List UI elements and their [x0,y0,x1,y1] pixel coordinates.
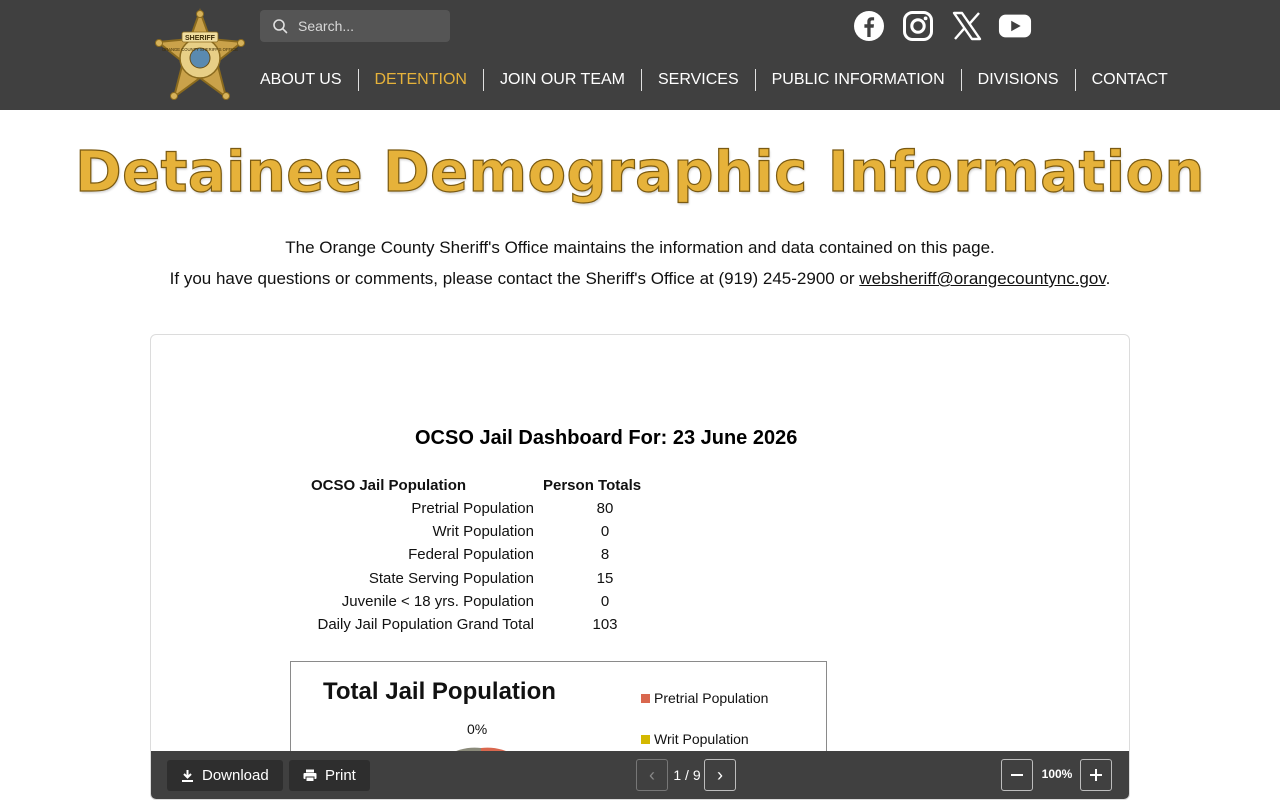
legend-item-pretrial: Pretrial Population [641,690,768,706]
chevron-left-icon: ‹ [649,764,655,785]
badge-ring-text: ORANGE COUNTY SHERIFF'S OFFICE [162,47,238,52]
row-value-federal: 8 [600,546,610,563]
zoom-in-button[interactable] [1080,759,1112,791]
search-input[interactable] [298,18,438,34]
nav-about-us[interactable]: ABOUT US [244,69,358,91]
intro-line-1: The Orange County Sheriff's Office maint… [285,238,995,257]
page-title: Detainee Demographic Information [75,139,1205,205]
row-label-state-serving: State Serving Population [368,570,534,587]
site-header: SHERIFF ORANGE COUNTY SHERIFF'S OFFICE S… [0,0,1280,110]
zoom-out-button[interactable] [1001,759,1033,791]
facebook-icon[interactable] [852,9,886,43]
pdf-viewer[interactable]: OCSO Jail Dashboard For: 23 June 2026 OC… [150,334,1130,800]
plus-icon [1090,769,1102,781]
row-label-grand-total: Daily Jail Population Grand Total [317,616,534,633]
row-value-grand-total: 103 [592,616,618,633]
search-icon [273,19,288,34]
x-icon[interactable] [950,9,984,43]
row-value-writ: 0 [600,523,610,540]
minus-icon [1011,774,1023,776]
nav-detention[interactable]: DETENTION [357,69,483,91]
row-label-pretrial: Pretrial Population [411,500,534,517]
nav-divisions[interactable]: DIVISIONS [960,69,1075,91]
column-header-population: OCSO Jail Population [311,477,467,494]
legend-label-writ: Writ Population [654,731,749,747]
intro-line-2: If you have questions or comments, pleas… [0,269,1280,289]
sheriff-badge-logo[interactable]: SHERIFF ORANGE COUNTY SHERIFF'S OFFICE [154,8,246,102]
badge-top-text: SHERIFF [185,35,216,42]
intro-line-2-end: . [1105,269,1111,288]
legend-swatch-writ [641,734,650,744]
instagram-icon[interactable] [901,9,935,43]
pie-label: 0% [467,721,488,737]
row-label-federal: Federal Population [408,546,534,563]
search-box[interactable] [260,10,450,42]
next-page-button[interactable]: › [704,759,736,791]
main-nav: ABOUT US DETENTION JOIN OUR TEAM SERVICE… [244,68,1184,92]
chart-title: Total Jail Population [323,678,556,705]
nav-contact[interactable]: CONTACT [1074,69,1184,91]
row-value-pretrial: 80 [596,500,614,517]
prev-page-button[interactable]: ‹ [636,759,668,791]
row-label-juvenile: Juvenile < 18 yrs. Population [341,593,534,610]
nav-public-information[interactable]: PUBLIC INFORMATION [754,69,961,91]
youtube-icon[interactable] [998,9,1032,43]
intro-line-2-text: If you have questions or comments, pleas… [169,269,860,288]
legend-item-writ: Writ Population [641,731,749,747]
nav-services[interactable]: SERVICES [641,69,755,91]
legend-label-pretrial: Pretrial Population [654,690,769,706]
row-label-writ: Writ Population [432,523,534,540]
download-icon [182,769,193,782]
download-button[interactable]: Download [167,760,283,791]
viewer-toolbar: Download Print ‹ 1 / 9 › 100% [151,751,1129,799]
email-link[interactable]: websheriff@orangecountync.gov [859,269,1105,288]
chevron-right-icon: › [717,764,723,785]
legend-swatch-pretrial [641,693,650,703]
row-value-state-serving: 15 [596,570,614,587]
download-label: Download [202,767,269,784]
zoom-level: 100% [1041,767,1073,781]
column-header-totals: Person Totals [543,477,642,494]
row-value-juvenile: 0 [600,593,610,610]
print-label: Print [325,767,356,784]
print-button[interactable]: Print [289,760,370,791]
dashboard-title: OCSO Jail Dashboard For: 23 June 2026 [415,427,798,449]
print-icon [303,769,317,782]
page-indicator: 1 / 9 [673,767,701,783]
nav-join-our-team[interactable]: JOIN OUR TEAM [482,69,641,91]
